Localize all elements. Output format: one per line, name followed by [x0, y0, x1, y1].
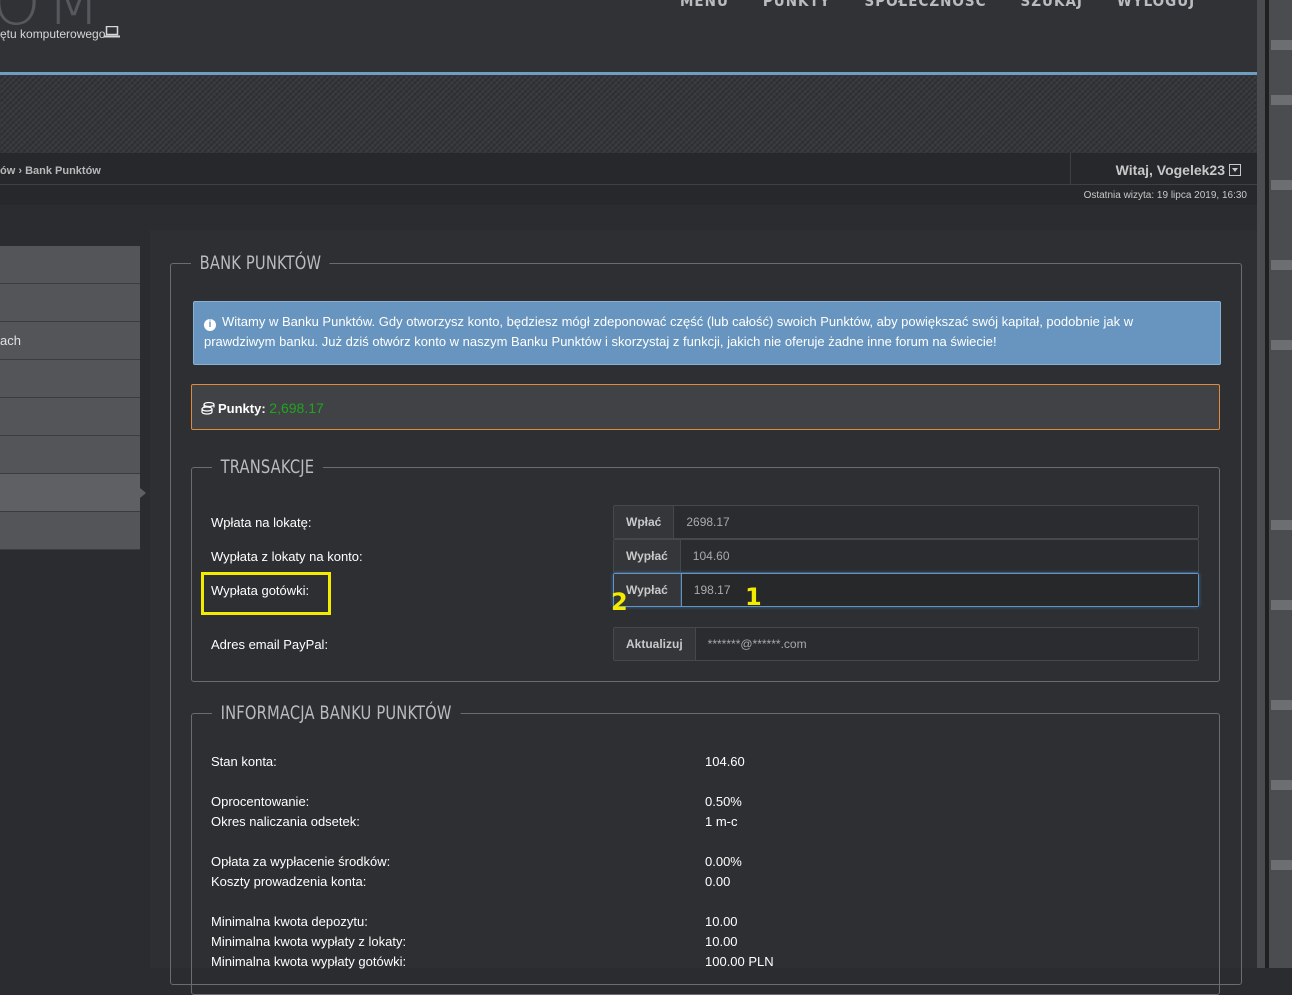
- decoration-slat: [1271, 700, 1292, 710]
- subbar-divider: [0, 184, 1257, 185]
- min-withdrawal-value: 10.00: [705, 934, 738, 949]
- sidebar-item[interactable]: [0, 436, 140, 474]
- subbar-vertical-divider: [1070, 153, 1071, 184]
- interest-period-label: Okres naliczania odsetek:: [211, 814, 360, 829]
- withdraw-to-account-button[interactable]: Wypłać: [614, 540, 681, 572]
- paypal-email-input-group: Aktualizuj *******@******.com: [613, 627, 1199, 661]
- points-label: Punkty:: [218, 401, 266, 416]
- user-menu[interactable]: Witaj, Vogelek23: [1116, 162, 1241, 178]
- sidebar-item[interactable]: [0, 512, 140, 550]
- breadcrumb-current[interactable]: Bank Punktów: [25, 165, 101, 177]
- account-cost-value: 0.00: [705, 874, 731, 889]
- decoration-rail: [1265, 0, 1269, 968]
- info-icon: i: [204, 319, 216, 331]
- sub-navigation-bar: ów › Bank Punktów Witaj, Vogelek23 Ostat…: [0, 153, 1257, 205]
- deposit-button[interactable]: Wpłać: [614, 506, 675, 538]
- nav-item-logout[interactable]: WYLOGUJ: [1117, 0, 1195, 10]
- withdraw-to-account-input-group: Wypłać 104.60: [613, 539, 1199, 573]
- decoration-slat: [1271, 520, 1292, 530]
- decoration-slat: [1271, 260, 1292, 270]
- page-side-decoration: [1257, 0, 1292, 968]
- laptop-icon: [104, 26, 120, 38]
- sidebar: ach: [0, 246, 146, 550]
- deposit-input-group: Wpłać 2698.17: [613, 505, 1199, 539]
- min-withdrawal-label: Minimalna kwota wypłaty z lokaty:: [211, 934, 407, 949]
- deposit-label: Wpłata na lokatę:: [211, 515, 312, 530]
- withdraw-to-account-label: Wypłata z lokaty na konto:: [211, 549, 363, 564]
- nav-item-points[interactable]: PUNKTY: [763, 0, 831, 10]
- min-deposit-label: Minimalna kwota depozytu:: [211, 914, 368, 929]
- decoration-slat: [1271, 180, 1292, 190]
- sidebar-item[interactable]: [0, 360, 140, 398]
- breadcrumb: ów › Bank Punktów: [0, 165, 101, 177]
- paypal-email-input[interactable]: *******@******.com: [696, 628, 1198, 660]
- update-paypal-button[interactable]: Aktualizuj: [614, 628, 696, 660]
- cash-withdrawal-input-group: Wypłać 198.17: [613, 573, 1199, 607]
- dropdown-caret-icon[interactable]: [1229, 164, 1241, 176]
- bank-info-title: INFORMACJA BANKU PUNKTÓW: [212, 702, 461, 724]
- balance-label: Stan konta:: [211, 754, 277, 769]
- account-cost-label: Koszty prowadzenia konta:: [211, 874, 367, 889]
- sidebar-item[interactable]: [0, 284, 140, 322]
- deposit-amount-input[interactable]: 2698.17: [674, 506, 1198, 538]
- interest-period-value: 1 m-c: [705, 814, 738, 829]
- decoration-slat: [1271, 95, 1292, 105]
- sidebar-item[interactable]: ach: [0, 322, 140, 360]
- welcome-text: Witaj, Vogelek23: [1115, 162, 1225, 178]
- decoration-slat: [1271, 40, 1292, 50]
- withdrawal-fee-value: 0.00%: [705, 854, 742, 869]
- annotation-highlight-box: [201, 572, 331, 615]
- header-banner: [0, 75, 1257, 153]
- decoration-slat: [1271, 600, 1292, 610]
- top-navigation: MENU PUNKTY SPOŁECZNOŚĆ SZUKAJ WYLOGUJ: [680, 0, 1195, 10]
- breadcrumb-prev[interactable]: ów: [0, 165, 15, 177]
- points-value: 2,698.17: [269, 400, 324, 416]
- breadcrumb-chevron-icon: ›: [18, 165, 23, 177]
- min-cash-withdrawal-label: Minimalna kwota wypłaty gotówki:: [211, 954, 407, 969]
- nav-item-menu[interactable]: MENU: [680, 0, 729, 10]
- decoration-slat: [1271, 780, 1292, 790]
- annotation-number-1: 1: [745, 583, 762, 611]
- min-deposit-value: 10.00: [705, 914, 738, 929]
- interest-rate-value: 0.50%: [705, 794, 742, 809]
- info-alert-text: Witamy w Banku Punktów. Gdy otworzysz ko…: [204, 314, 1134, 349]
- decoration-slat: [1271, 340, 1292, 350]
- points-balance-box: Punkty: 2,698.17: [191, 384, 1220, 430]
- site-header: OM ętu komputerowego MENU PUNKTY SPOŁECZ…: [0, 0, 1257, 72]
- info-alert: i Witamy w Banku Punktów. Gdy otworzysz k…: [193, 301, 1221, 365]
- min-cash-withdrawal-value: 100.00 PLN: [705, 954, 774, 969]
- nav-item-search[interactable]: SZUKAJ: [1021, 0, 1083, 10]
- bank-title: BANK PUNKTÓW: [191, 252, 330, 274]
- balance-value: 104.60: [705, 754, 745, 769]
- site-tagline: ętu komputerowego: [0, 27, 106, 41]
- interest-rate-label: Oprocentowanie:: [211, 794, 310, 809]
- sidebar-item[interactable]: [0, 398, 140, 436]
- sidebar-item-active[interactable]: [0, 474, 146, 512]
- transactions-title: TRANSAKCJE: [212, 456, 323, 478]
- nav-item-community[interactable]: SPOŁECZNOŚĆ: [864, 0, 986, 10]
- paypal-email-label: Adres email PayPal:: [211, 637, 329, 652]
- last-visit: Ostatnia wizyta: 19 lipca 2019, 16:30: [1083, 190, 1247, 201]
- withdraw-to-account-input[interactable]: 104.60: [681, 540, 1198, 572]
- sidebar-item[interactable]: [0, 246, 140, 284]
- withdrawal-fee-label: Opłata za wypłacenie środków:: [211, 854, 391, 869]
- annotation-number-2: 2: [611, 588, 628, 616]
- coins-icon: [201, 402, 215, 415]
- decoration-slat: [1271, 860, 1292, 870]
